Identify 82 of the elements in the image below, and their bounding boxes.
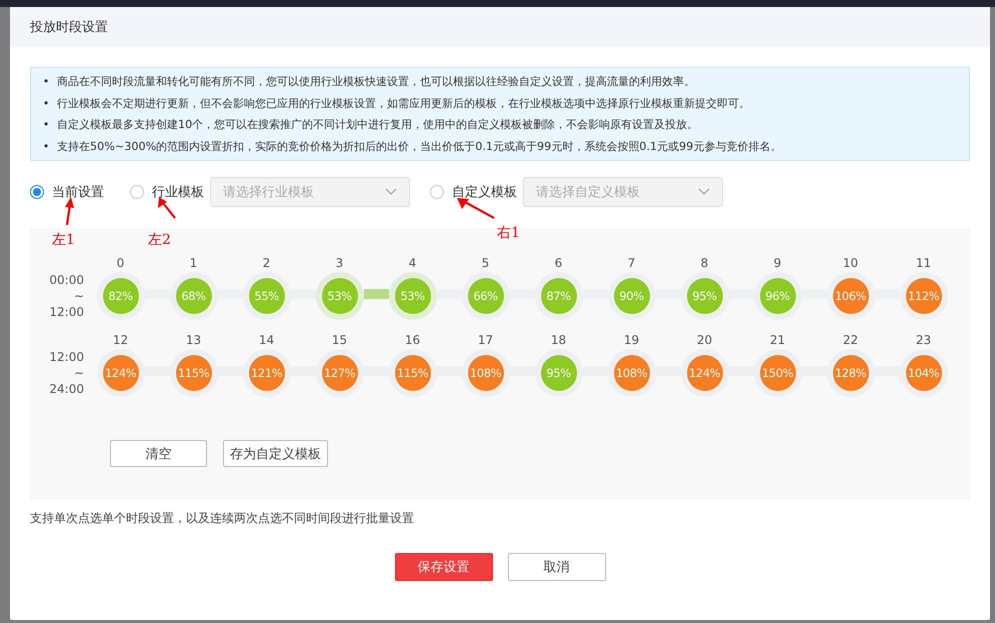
annotation-label: 左2 [148,231,171,249]
time-slot-node[interactable]: 90% [608,272,656,320]
time-slot-node[interactable]: 53% [388,272,436,320]
time-slot-node[interactable]: 121% [242,349,290,397]
hour-label: 7 [628,256,636,270]
time-slot-node[interactable]: 115% [170,349,218,397]
action-button[interactable]: 清空 [110,440,207,467]
time-slot-node[interactable]: 108% [462,349,510,397]
hour-label: 8 [700,256,708,270]
time-slot-node[interactable]: 104% [900,349,948,397]
template-dropdown[interactable]: 请选择自定义模板 [523,177,723,207]
annotation-label: 左1 [52,231,75,249]
bullet-marker: • [42,117,50,133]
hour-label: 4 [408,256,416,270]
hour-label: 18 [550,333,566,347]
radio-label[interactable]: 当前设置 [52,183,104,201]
info-note: 支持在50%~300%的范围内设置折扣，实际的竞价价格为折扣后的出价，当出价低于0.1元或高于99元时，系统会按照0.1元或99元参与竞价排名。 [57,138,782,154]
hour-label: 16 [404,333,420,347]
time-slot-node[interactable]: 53% [316,272,364,320]
info-note: 行业模板会不定期进行更新，但不会影响您已应用的行业模板设置，如需应用更新后的模板，在行业模板选项中选择原行业模板重新提交即可。 [57,96,750,112]
radio-label[interactable]: 自定义模板 [452,183,517,201]
hour-label: 22 [842,333,858,347]
hour-label: 20 [696,333,712,347]
action-button[interactable]: 存为自定义模板 [223,440,328,467]
time-range-label: 00:00 ~ 12:00 [48,272,84,321]
connector-segment [290,289,316,299]
time-slot-node[interactable]: 124% [680,349,728,397]
cancel-button[interactable]: 取消 [508,553,606,581]
time-slot-node[interactable]: 82% [96,272,144,320]
time-slot-node[interactable]: 127% [316,349,364,397]
dialog-title: 投放时段设置 [30,19,108,36]
hour-label: 9 [774,256,782,270]
save-button[interactable]: 保存设置 [394,553,492,581]
time-slot-node[interactable]: 106% [826,272,874,320]
radio-button[interactable] [430,185,444,199]
annotation-arrow [457,197,495,219]
hour-label: 10 [842,256,858,270]
hour-label: 6 [554,256,562,270]
hour-label: 12 [112,333,128,347]
hour-label: 14 [258,333,274,347]
time-slot-node[interactable]: 115% [388,349,436,397]
chevron-down-icon [385,188,397,196]
hint-text: 支持单次点选单个时段设置，以及连续两次点选不同时间段进行批量设置 [30,510,415,527]
connector-segment [436,289,462,299]
annotation-label: 右1 [497,224,520,242]
annotation-arrow [158,197,176,219]
annotation-arrow [62,197,74,225]
time-slot-node[interactable]: 68% [170,272,218,320]
info-note: 商品在不同时段流量和转化可能有所不同，您可以使用行业模板快速设置，也可以根据以往经验自定义设置，提高流量的利用效率。 [57,74,695,90]
hour-label: 13 [186,333,202,347]
time-slot-node[interactable]: 55% [242,272,290,320]
bullet-marker: • [42,96,50,112]
hour-label: 11 [916,256,932,270]
hour-label: 17 [478,333,494,347]
bullet-marker: • [42,138,50,154]
time-slot-node[interactable]: 95% [680,272,728,320]
time-slot-node[interactable]: 87% [534,272,582,320]
info-note: 自定义模板最多支持创建10个，您可以在搜索推广的不同计划中进行复用，使用中的自定义模板被删除，不会影响原有设置及投放。 [57,117,698,133]
chevron-down-icon [698,188,710,196]
time-slot-node[interactable]: 128% [826,349,874,397]
bullet-marker: • [42,74,50,90]
hour-label: 2 [262,256,270,270]
hour-label: 0 [116,256,124,270]
time-slot-node[interactable]: 108% [608,349,656,397]
time-slot-node[interactable]: 95% [534,349,582,397]
hour-label: 1 [190,256,198,270]
time-slot-node[interactable]: 124% [96,349,144,397]
hour-label: 21 [770,333,786,347]
time-slot-node[interactable]: 112% [900,272,948,320]
hour-label: 15 [332,333,348,347]
radio-label[interactable]: 行业模板 [152,183,204,201]
radio-button[interactable] [30,185,44,199]
time-slot-node[interactable]: 66% [462,272,510,320]
hour-label: 23 [916,333,932,347]
hour-label: 19 [624,333,640,347]
time-slot-node[interactable]: 96% [754,272,802,320]
hour-label: 3 [336,256,344,270]
template-dropdown[interactable]: 请选择行业模板 [210,177,410,207]
time-range-label: 12:00 ~ 24:00 [48,349,84,398]
radio-button[interactable] [130,185,144,199]
time-slot-node[interactable]: 150% [754,349,802,397]
hour-label: 5 [482,256,490,270]
